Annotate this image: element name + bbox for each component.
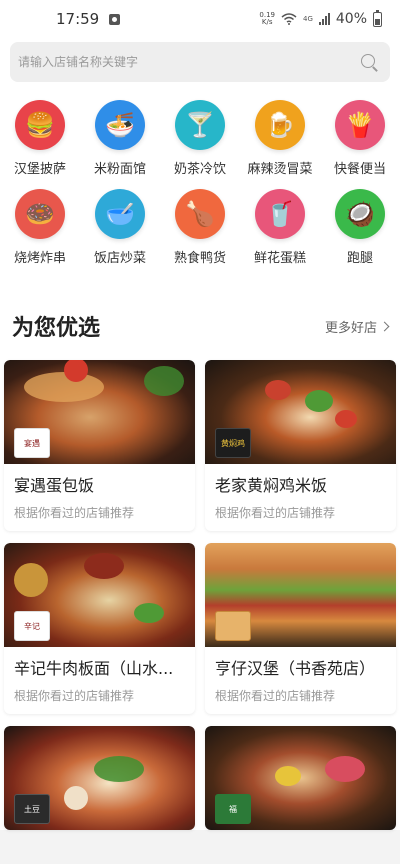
fastfood-icon: 🍟: [335, 100, 385, 150]
category-label: 米粉面馆: [93, 162, 146, 177]
category-burger-pizza[interactable]: 🍔 汉堡披萨: [2, 100, 78, 177]
clock: 17:59: [56, 10, 100, 28]
shop-image: 黄焖鸡: [205, 360, 396, 464]
category-row-1: 🍔 汉堡披萨 🍜 米粉面馆 🍸 奶茶冷饮 🍺 麻辣烫冒菜 🍟 快餐便当: [0, 100, 400, 177]
search-box[interactable]: [10, 42, 390, 82]
network-type: 4G: [302, 15, 313, 23]
shop-name: 辛记牛肉板面（山水...: [14, 659, 174, 678]
category-panel: 🍔 汉堡披萨 🍜 米粉面馆 🍸 奶茶冷饮 🍺 麻辣烫冒菜 🍟 快餐便当 🍩 烧烤…: [0, 94, 400, 290]
donut-icon: 🍩: [15, 189, 65, 239]
category-label: 麻辣烫冒菜: [247, 162, 313, 177]
shop-name: 亨仔汉堡（书香苑店）: [215, 659, 376, 678]
status-bar: 17:59 0.19 K/s 4G 40%: [0, 0, 400, 38]
more-shops-label: 更多好店: [324, 320, 377, 336]
shop-logo: 宴遇: [14, 428, 50, 458]
shop-image: 土豆: [4, 726, 195, 830]
search-input[interactable]: [18, 55, 358, 69]
roast-chicken-icon: 🍗: [175, 189, 225, 239]
shop-card[interactable]: 亨仔汉堡（书香苑店） 根据你看过的店铺推荐: [205, 543, 396, 714]
status-left: 17:59: [56, 10, 121, 28]
category-restaurant[interactable]: 🥣 饭店炒菜: [82, 189, 158, 266]
bowl-icon: 🥣: [95, 189, 145, 239]
shop-card[interactable]: 福: [205, 726, 396, 830]
shop-image: 福: [205, 726, 396, 830]
shop-reason: 根据你看过的店铺推荐: [215, 506, 336, 520]
shop-grid: 宴遇 宴遇蛋包饭 根据你看过的店铺推荐 黄焖鸡 老家黄焖鸡米饭 根据你看过的店铺…: [0, 360, 400, 830]
recommend-section-header: 为您优选 更多好店: [0, 290, 400, 360]
category-errands[interactable]: 🥥 跑腿: [322, 189, 398, 266]
category-label: 熟食鸭货: [173, 251, 226, 266]
shop-reason: 根据你看过的店铺推荐: [14, 506, 135, 520]
category-label: 烧烤炸串: [13, 251, 66, 266]
shop-card[interactable]: 辛记 辛记牛肉板面（山水... 根据你看过的店铺推荐: [4, 543, 195, 714]
battery-percent: 40%: [335, 11, 367, 27]
search-bar: [0, 38, 400, 94]
wifi-icon: [281, 13, 297, 25]
notification-icon: [109, 13, 121, 25]
shop-logo: 黄焖鸡: [215, 428, 251, 458]
battery-icon: [373, 9, 382, 27]
more-shops-link[interactable]: 更多好店: [324, 317, 390, 336]
shop-image: 辛记: [4, 543, 195, 647]
section-title: 为您优选: [12, 316, 101, 341]
burger-icon: 🍔: [15, 100, 65, 150]
signal-icon: [318, 13, 330, 25]
shop-name: 宴遇蛋包饭: [14, 476, 95, 495]
category-label: 奶茶冷饮: [173, 162, 226, 177]
shop-image: 宴遇: [4, 360, 195, 464]
cocktail-icon: 🍸: [175, 100, 225, 150]
shop-card[interactable]: 宴遇 宴遇蛋包饭 根据你看过的店铺推荐: [4, 360, 195, 531]
category-bbq[interactable]: 🍩 烧烤炸串: [2, 189, 78, 266]
category-noodles[interactable]: 🍜 米粉面馆: [82, 100, 158, 177]
category-label: 鲜花蛋糕: [253, 251, 306, 266]
shop-name: 老家黄焖鸡米饭: [215, 476, 328, 495]
chevron-right-icon: [379, 321, 390, 331]
drink-cup-icon: 🥤: [255, 189, 305, 239]
beer-icon: 🍺: [255, 100, 305, 150]
status-right: 0.19 K/s 4G 40%: [259, 9, 382, 27]
shop-logo: 土豆: [14, 794, 50, 824]
category-label: 跑腿: [346, 251, 373, 266]
category-milk-tea[interactable]: 🍸 奶茶冷饮: [162, 100, 238, 177]
shop-logo: 福: [215, 794, 251, 824]
category-cooked-food[interactable]: 🍗 熟食鸭货: [162, 189, 238, 266]
network-speed-unit: K/s: [261, 18, 273, 26]
category-fast-food[interactable]: 🍟 快餐便当: [322, 100, 398, 177]
shop-reason: 根据你看过的店铺推荐: [215, 689, 336, 703]
category-label: 快餐便当: [333, 162, 386, 177]
category-malatang[interactable]: 🍺 麻辣烫冒菜: [242, 100, 318, 177]
shop-image: [205, 543, 396, 647]
shop-logo: 辛记: [14, 611, 50, 641]
category-flowers-cake[interactable]: 🥤 鲜花蛋糕: [242, 189, 318, 266]
noodle-icon: 🍜: [95, 100, 145, 150]
coconut-icon: 🥥: [335, 189, 385, 239]
category-label: 饭店炒菜: [93, 251, 146, 266]
shop-reason: 根据你看过的店铺推荐: [14, 689, 135, 703]
category-row-2: 🍩 烧烤炸串 🥣 饭店炒菜 🍗 熟食鸭货 🥤 鲜花蛋糕 🥥 跑腿: [0, 189, 400, 266]
search-icon[interactable]: [358, 51, 380, 73]
shop-card[interactable]: 土豆: [4, 726, 195, 830]
shop-card[interactable]: 黄焖鸡 老家黄焖鸡米饭 根据你看过的店铺推荐: [205, 360, 396, 531]
shop-logo: [215, 611, 251, 641]
network-speed: 0.19 K/s: [259, 12, 275, 26]
category-label: 汉堡披萨: [13, 162, 66, 177]
